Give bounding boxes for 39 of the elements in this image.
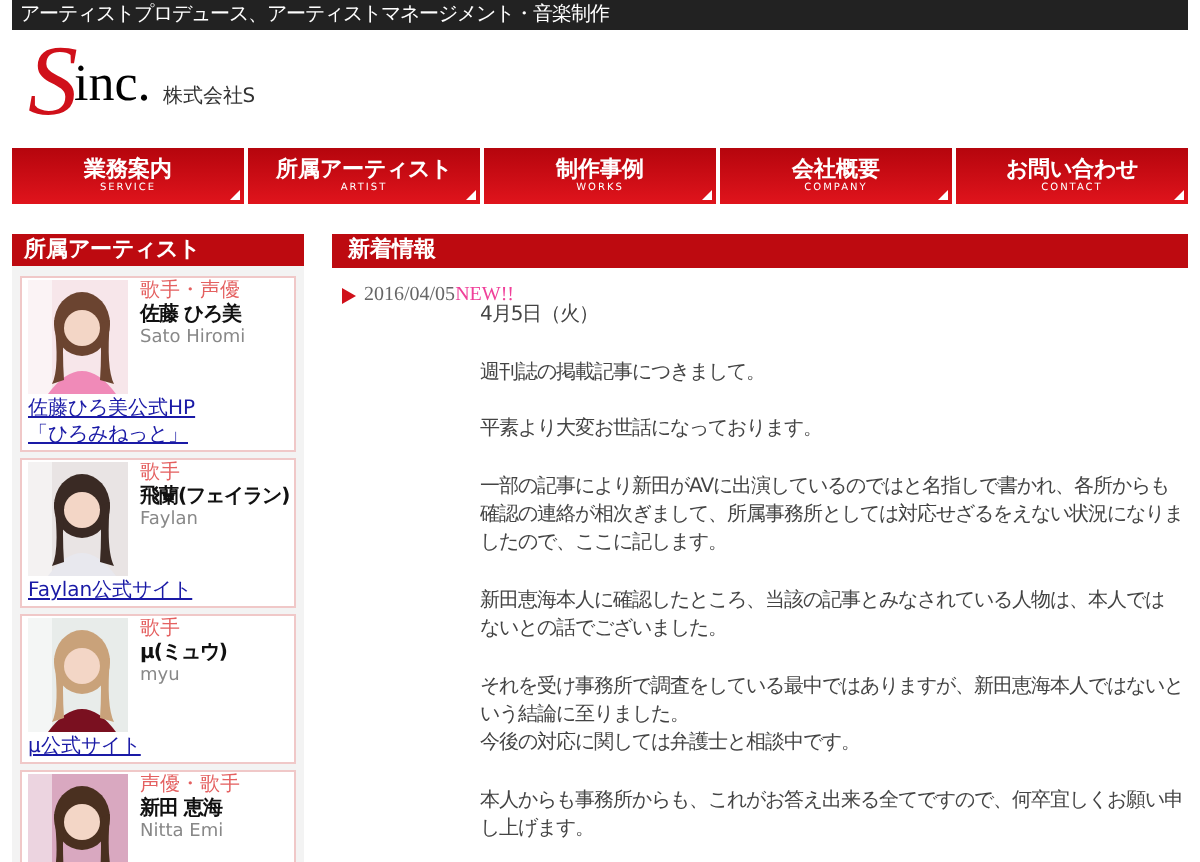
corner-icon	[1174, 190, 1184, 200]
news-text: 週刊誌の掲載記事につきまして。	[480, 359, 767, 388]
artist-name: 佐藤 ひろ美	[140, 302, 244, 328]
artist-romaji: Nitta Emi	[140, 822, 226, 842]
artist-role: 歌手	[140, 462, 182, 484]
news-date: 2016/04/05	[364, 284, 456, 306]
news-text: したので、ここに記します。	[480, 530, 729, 559]
news-text: 平素より大変お世話になっております。	[480, 416, 824, 445]
news-text: 確認の連絡が相次ぎまして、所属事務所としては対応せざるをえない状況になりま	[480, 502, 1185, 531]
news-text: 一部の記事により新田がAVに出演しているのではと名指しで書かれ、各所からも	[480, 473, 1172, 502]
news-text: し上げます。	[480, 816, 596, 845]
artist-romaji: Faylan	[140, 510, 200, 530]
artist-link[interactable]: Faylan公式サイト	[28, 578, 288, 604]
news-text: ないとの話でございました。	[480, 616, 729, 645]
artist-link[interactable]: μ公式サイト	[28, 734, 288, 760]
logo-mark: S	[28, 30, 78, 130]
logo-text: inc.	[74, 54, 151, 112]
artist-role: 歌手	[140, 618, 182, 640]
news-text: 本人からも事務所からも、これがお答え出来る全てですので、何卒宜しくお願い申	[480, 788, 1185, 817]
artist-link[interactable]: 「ひろみねっと」	[28, 422, 288, 448]
news-text: 今後の対応に関しては弁護士と相談中です。	[480, 730, 862, 759]
artist-role: 声優・歌手	[140, 774, 240, 796]
artist-name: μ(ミュウ)	[140, 640, 227, 666]
artist-romaji: Sato Hiromi	[140, 328, 246, 348]
sidebar-title: 所属アーティスト	[12, 234, 304, 266]
news-text: それを受け事務所で調査をしている最中ではありますが、新田恵海本人ではないと	[480, 673, 1185, 702]
news-text: 4月5日（火）	[480, 302, 601, 330]
artist-romaji: myu	[140, 666, 182, 686]
news-text: 新田恵海本人に確認したところ、当該の記事とみなされている人物は、本人では	[480, 587, 1166, 616]
new-label: NEW!!	[455, 284, 514, 306]
tagline: アーティストプロデュース、アーティストマネージメント・音楽制作	[12, 0, 1188, 30]
artist-name: 飛蘭(フェイラン)	[140, 484, 290, 510]
artist-name: 新田 恵海	[140, 796, 225, 822]
company-name: 株式会社S	[162, 83, 256, 110]
artist-link[interactable]: 佐藤ひろ美公式HP	[28, 396, 288, 422]
news-title: 新着情報	[332, 234, 1188, 268]
news-text: いう結論に至りました。	[480, 702, 691, 731]
arrow-icon	[342, 287, 356, 303]
artist-role: 歌手・声優	[140, 280, 242, 302]
